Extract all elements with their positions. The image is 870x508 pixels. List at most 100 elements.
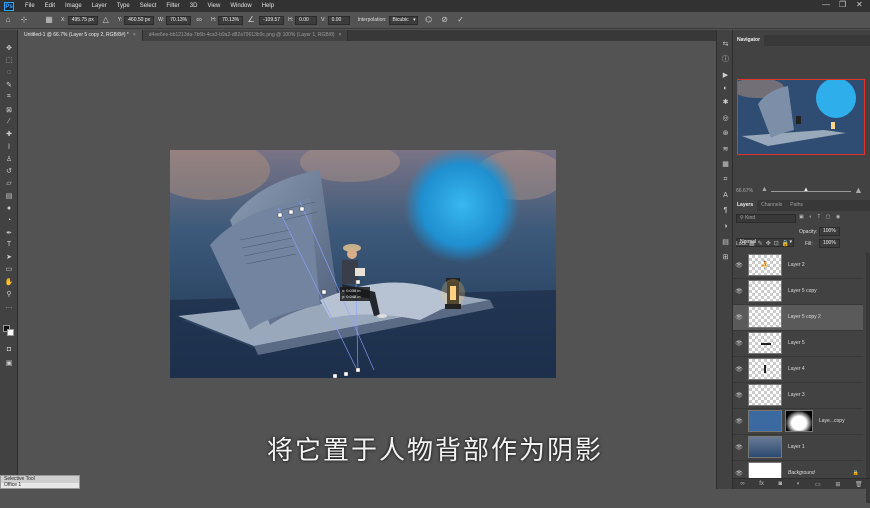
menu-edit[interactable]: Edit (40, 3, 60, 9)
hand-tool-icon[interactable]: ✋ (0, 276, 18, 288)
layer-name[interactable]: Layer 5 copy 2 (788, 314, 821, 320)
selective-tool-value[interactable]: Office 1 (1, 483, 79, 488)
layer-row-selected[interactable]: 👁 Layer 5 copy 2 (733, 305, 863, 331)
visibility-eye-icon[interactable]: 👁 (733, 366, 745, 373)
screen-mode-icon[interactable]: ▣ (0, 357, 18, 369)
layer-name[interactable]: Layer 5 (788, 340, 805, 346)
navigator-zoom-value[interactable]: 66.67% (736, 188, 753, 194)
height-field[interactable]: 70.13% (218, 15, 244, 25)
type-tool-icon[interactable]: T (0, 239, 18, 251)
actions-panel-icon[interactable]: ▶ (717, 67, 734, 83)
menu-filter[interactable]: Filter (161, 3, 184, 9)
layer-row[interactable]: 👁 Layer 5 (733, 331, 863, 357)
interpolation-select[interactable]: Bicubic (388, 15, 418, 25)
gradient-tool-icon[interactable]: ▤ (0, 190, 18, 202)
visibility-eye-icon[interactable]: 👁 (733, 288, 745, 295)
menu-image[interactable]: Image (60, 3, 87, 9)
visibility-eye-icon[interactable]: 👁 (733, 392, 745, 399)
blur-tool-icon[interactable]: ● (0, 202, 18, 214)
x-position-field[interactable]: 495.75 px (67, 15, 98, 25)
layer-name[interactable]: Layer 1 (788, 444, 805, 450)
background-color-swatch[interactable] (7, 329, 14, 336)
restore-button[interactable]: ❐ (839, 0, 846, 9)
zoom-tool-icon[interactable]: ⚲ (0, 288, 18, 300)
libraries-panel-icon[interactable]: ≋ (717, 141, 734, 157)
adjustments-panel-icon[interactable]: ◎ (717, 110, 734, 126)
close-tab-icon[interactable]: × (133, 30, 136, 41)
properties-panel-icon[interactable]: ◑ (717, 219, 734, 235)
link-icon[interactable]: ∞ (194, 15, 204, 25)
quick-select-tool-icon[interactable]: ✎ (0, 79, 18, 91)
brush-tool-icon[interactable]: ⅼ (0, 140, 18, 152)
menu-window[interactable]: Window (225, 3, 256, 9)
y-position-field[interactable]: 460.50 px (124, 15, 155, 25)
marquee-tool-icon[interactable]: ⬚ (0, 54, 18, 66)
angle-field[interactable]: -109.57 (259, 15, 285, 25)
tab-paths[interactable]: Paths (786, 200, 807, 211)
menu-file[interactable]: File (20, 3, 40, 9)
visibility-eye-icon[interactable]: 👁 (733, 340, 745, 347)
tab-layers[interactable]: Layers (733, 200, 758, 211)
layer-row[interactable]: 👁 ⛹ Layer 2 (733, 253, 863, 279)
new-group-icon[interactable]: ▭ (815, 481, 821, 488)
tab-png-file[interactable]: d4ee6ee-bb1213da-7b6b-4ca3-b9a2-d82a7961… (142, 30, 349, 41)
glyphs-panel-icon[interactable]: ¶ (717, 203, 734, 219)
dodge-tool-icon[interactable]: ◔ (0, 214, 18, 226)
layer-row[interactable]: 👁 Layer 4 (733, 357, 863, 383)
layer-row[interactable]: 👁 Layer 5 copy (733, 279, 863, 305)
eraser-tool-icon[interactable]: ▱ (0, 177, 18, 189)
move-tool-preset-icon[interactable]: ⊹ (19, 15, 29, 25)
document-image[interactable]: x: 0.035 in y: 0.048 in (170, 150, 556, 378)
menu-3d[interactable]: 3D (185, 3, 203, 9)
layer-filter-kind[interactable]: ⚲ Kind (736, 214, 796, 223)
layer-row[interactable]: 👁 Layer 1 (733, 435, 863, 461)
frame-tool-icon[interactable]: ⊠ (0, 103, 18, 115)
fill-field[interactable]: 100% (819, 239, 840, 248)
paths-panel-icon[interactable]: ⊞ (717, 250, 734, 266)
history-brush-tool-icon[interactable]: ↺ (0, 165, 18, 177)
visibility-eye-icon[interactable]: 👁 (733, 470, 745, 477)
tab-channels[interactable]: Channels (757, 200, 786, 211)
character-panel-icon[interactable]: A (717, 188, 734, 204)
warp-mode-icon[interactable]: ⌬ (424, 15, 434, 25)
layer-style-icon[interactable]: fx (759, 481, 764, 487)
menu-layer[interactable]: Layer (87, 3, 112, 9)
commit-transform-icon[interactable]: ✓ (456, 15, 466, 25)
visibility-eye-icon[interactable]: 👁 (733, 262, 745, 269)
move-tool-icon[interactable]: ✥ (0, 42, 18, 54)
layer-name[interactable]: Layer 4 (788, 366, 805, 372)
layer-name[interactable]: Layer 5 copy (788, 288, 817, 294)
more-tools-icon[interactable]: … (0, 300, 18, 312)
swatches-panel-icon[interactable]: ✱ (717, 95, 734, 111)
path-select-tool-icon[interactable]: ➤ (0, 251, 18, 263)
crop-tool-icon[interactable]: ⌗ (0, 91, 18, 103)
healing-brush-tool-icon[interactable]: ✚ (0, 128, 18, 140)
width-field[interactable]: 70.13% (166, 15, 192, 25)
layer-name[interactable]: Layer 3 (788, 392, 805, 398)
menu-view[interactable]: View (202, 3, 225, 9)
visibility-eye-icon[interactable]: 👁 (733, 444, 745, 451)
zoom-slider-track[interactable] (771, 191, 851, 192)
tab-untitled-1[interactable]: Untitled-1 @ 66.7% (Layer 5 copy 2, RGB/… (18, 30, 143, 41)
layer-filter-icons[interactable]: ▣ ◐ T ▢ ◉ (799, 214, 842, 220)
menu-help[interactable]: Help (257, 3, 279, 9)
zoom-out-icon[interactable]: ▲ (761, 186, 768, 193)
new-layer-icon[interactable]: ⊞ (835, 481, 840, 488)
layer-row[interactable]: 👁 Layer 3 (733, 383, 863, 409)
close-window-button[interactable]: ✕ (856, 0, 863, 9)
layer-row[interactable]: 👁 Laye...copy (733, 409, 863, 435)
reference-point-icon[interactable]: ▦ (44, 15, 54, 25)
eyedropper-tool-icon[interactable]: ⁄ (0, 116, 18, 128)
zoom-in-icon[interactable]: ▲ (854, 185, 863, 195)
link-layers-icon[interactable]: ∞ (740, 481, 744, 487)
tab-navigator[interactable]: Navigator (733, 35, 765, 46)
visibility-eye-icon[interactable]: 👁 (733, 418, 745, 425)
cancel-transform-icon[interactable]: ⊘ (440, 15, 450, 25)
navigator-thumbnail[interactable] (737, 79, 865, 155)
layer-name[interactable]: Laye...copy (819, 418, 845, 424)
relative-position-icon[interactable]: △ (101, 15, 111, 25)
add-mask-icon[interactable]: ◙ (779, 481, 783, 487)
menu-type[interactable]: Type (112, 3, 135, 9)
adjustment-layer-icon[interactable]: ◐ (797, 481, 801, 487)
close-tab-icon[interactable]: × (339, 30, 342, 41)
